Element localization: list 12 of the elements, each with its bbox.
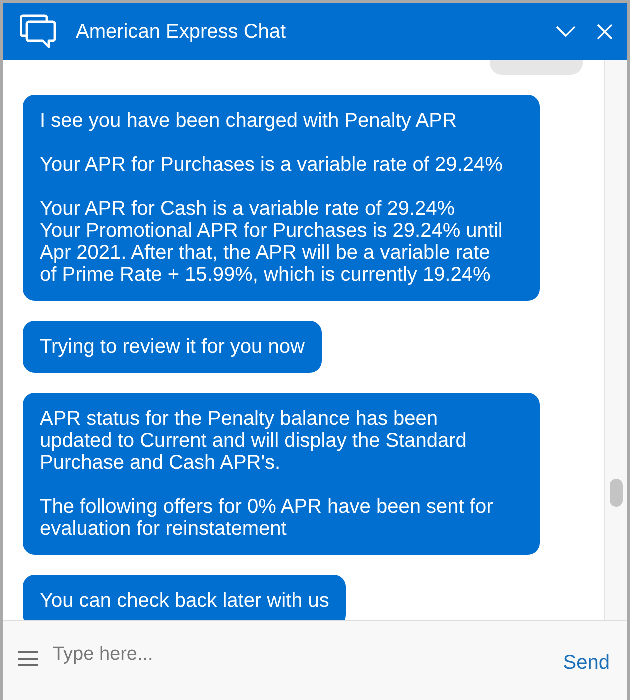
message-text: I see you have been charged with Penalty APR Your APR for Purchases is a variable rate of 29.24% Your APR for Cash is a variable rate of 29.24% Your Promotional APR for Purchases is 29.24% until Apr 2021. After that, the APR will be a variable rate of Prime Rate + 15.99%, which is currently 19.24%	[40, 110, 504, 286]
message-text: APR status for the Penalty balance has been updated to Current and will display the Standard Purchase and Cash APR's. The following offers for 0% APR have been sent for evaluation for reinstatement	[40, 408, 494, 540]
send-button[interactable]: Send	[561, 650, 612, 674]
chat-bubbles-icon	[20, 14, 56, 49]
close-icon[interactable]	[597, 24, 613, 40]
menu-icon[interactable]	[18, 650, 38, 666]
scrollbar-thumb[interactable]	[610, 479, 623, 507]
message-text: You can check back later with us	[40, 590, 330, 612]
message-input[interactable]: Type here...	[53, 638, 562, 670]
message-text: Trying to review it for you now	[40, 336, 305, 358]
chevron-down-icon[interactable]	[556, 26, 576, 37]
window-title: American Express Chat	[76, 20, 286, 44]
